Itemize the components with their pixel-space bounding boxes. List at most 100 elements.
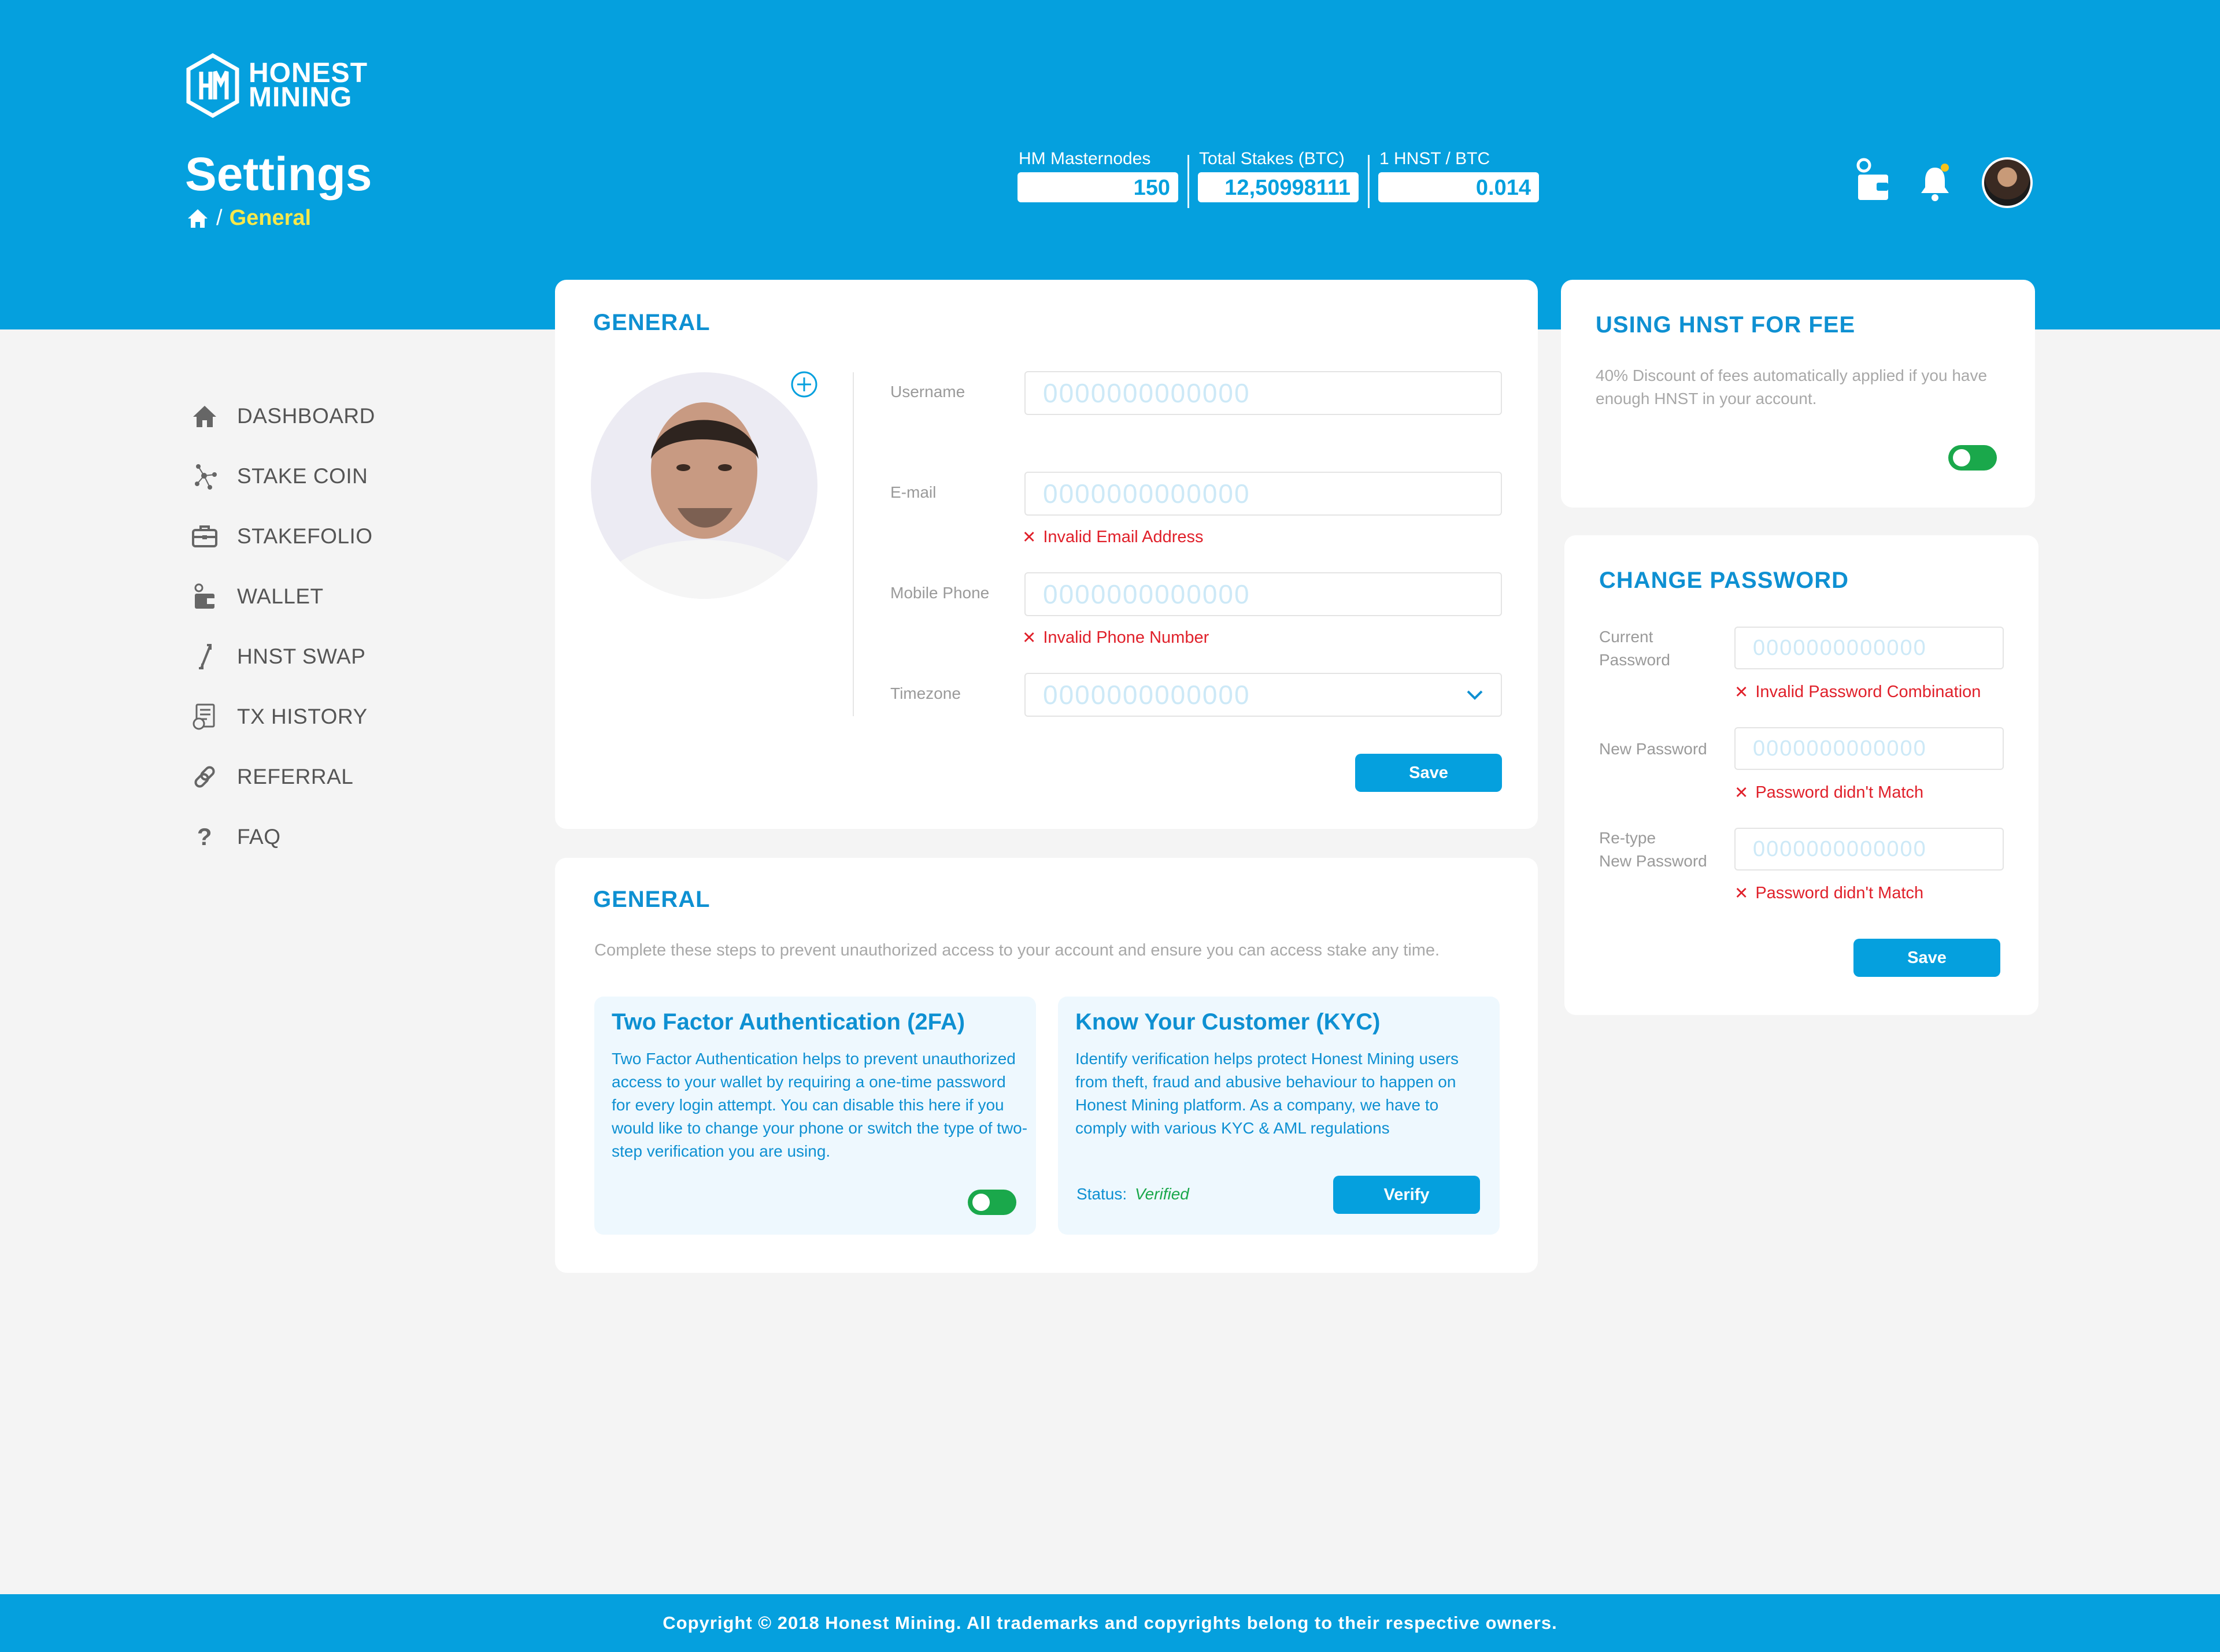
sidebar-item-faq[interactable]: ? FAQ [191, 807, 375, 867]
breadcrumb-current[interactable]: General [230, 206, 312, 231]
breadcrumb-separator: / [216, 206, 223, 230]
fee-toggle[interactable] [1948, 445, 1997, 471]
sidebar-item-hnst-swap[interactable]: HNST SWAP [191, 627, 375, 687]
email-input[interactable]: 0000000000000 [1024, 472, 1502, 516]
sidebar-item-referral[interactable]: REFERRAL [191, 747, 375, 807]
stat-value: 150 [1018, 172, 1178, 202]
username-label: Username [890, 383, 965, 401]
wallet-icon[interactable] [1856, 157, 1890, 203]
home-icon[interactable] [186, 208, 209, 229]
kyc-text: Identify verification helps protect Hone… [1075, 1050, 1459, 1137]
label-line: Password [1599, 651, 1670, 669]
kyc-panel: Know Your Customer (KYC) Identify verifi… [1058, 997, 1500, 1235]
logo-icon [186, 53, 239, 118]
card-title: CHANGE PASSWORD [1599, 568, 1849, 593]
retype-password-label: Re-type New Password [1599, 827, 1707, 873]
close-icon: ✕ [1734, 884, 1749, 903]
brand-logo[interactable]: HONEST MINING [185, 53, 368, 118]
retype-password-error: ✕ Password didn't Match [1734, 883, 1923, 903]
current-password-input[interactable]: 0000000000000 [1734, 627, 2004, 669]
save-button[interactable]: Save [1355, 754, 1502, 792]
close-icon: ✕ [1022, 528, 1037, 547]
retype-password-input[interactable]: 0000000000000 [1734, 828, 2004, 871]
stat-label: HM Masternodes [1019, 149, 1151, 168]
save-password-button[interactable]: Save [1853, 939, 2000, 977]
stat-value: 12,50998111 [1198, 172, 1359, 202]
stat-hnst-btc: 1 HNST / BTC 0.014 [1378, 149, 1539, 202]
home-icon [191, 402, 219, 430]
error-text: Invalid Password Combination [1755, 683, 1981, 701]
error-text: Invalid Email Address [1043, 528, 1204, 546]
divider [1187, 155, 1189, 208]
sidebar-item-label: WALLET [237, 584, 324, 608]
sidebar-item-dashboard[interactable]: DASHBOARD [191, 386, 375, 446]
new-password-label: New Password [1599, 740, 1707, 758]
sidebar-nav: DASHBOARD STAKE COIN STAKEFOLIO WALLET H… [191, 386, 375, 867]
sidebar-item-label: FAQ [237, 825, 281, 849]
avatar[interactable] [1982, 157, 2033, 208]
current-password-label: Current Password [1599, 625, 1670, 672]
new-password-input[interactable]: 0000000000000 [1734, 727, 2004, 770]
sidebar-item-label: TX HISTORY [237, 705, 368, 728]
phone-label: Mobile Phone [890, 584, 990, 602]
change-password-card: CHANGE PASSWORD Current Password 0000000… [1564, 535, 2038, 1015]
card-title: USING HNST FOR FEE [1596, 312, 1856, 338]
breadcrumb: / General [186, 206, 311, 231]
copyright-text: Copyright © 2018 Honest Mining. All trad… [663, 1613, 1557, 1633]
timezone-select[interactable]: 0000000000000 [1024, 673, 1502, 717]
security-description: Complete these steps to prevent unauthor… [594, 941, 1440, 960]
new-password-error: ✕ Password didn't Match [1734, 783, 1923, 803]
stat-value: 0.014 [1378, 172, 1539, 202]
sidebar-item-stakefolio[interactable]: STAKEFOLIO [191, 506, 375, 566]
stat-masternodes: HM Masternodes 150 [1018, 149, 1178, 202]
sidebar-item-label: HNST SWAP [237, 644, 366, 668]
stake-icon [191, 462, 219, 490]
kyc-status-label: Status: [1076, 1185, 1127, 1203]
profile-photo [591, 372, 817, 599]
divider [853, 372, 854, 716]
question-icon: ? [197, 823, 213, 850]
close-icon: ✕ [1022, 629, 1037, 647]
sidebar-item-wallet[interactable]: WALLET [191, 566, 375, 627]
label-line: Re-type [1599, 829, 1656, 847]
current-password-error: ✕ Invalid Password Combination [1734, 682, 1981, 702]
error-text: Invalid Phone Number [1043, 628, 1209, 647]
sidebar-item-tx-history[interactable]: TX HISTORY [191, 687, 375, 747]
timezone-value: 0000000000000 [1043, 680, 1250, 710]
history-icon [191, 703, 219, 731]
stat-label: Total Stakes (BTC) [1199, 149, 1345, 168]
kyc-status: Status: Verified [1076, 1185, 1189, 1203]
sidebar-item-label: REFERRAL [237, 765, 354, 788]
briefcase-icon [191, 523, 219, 550]
twofa-text: Two Factor Authentication helps to preve… [612, 1050, 1028, 1160]
username-input[interactable]: 0000000000000 [1024, 371, 1502, 415]
sidebar-item-label: DASHBOARD [237, 404, 375, 428]
close-icon: ✕ [1734, 683, 1749, 702]
security-card: GENERAL Complete these steps to prevent … [555, 858, 1538, 1273]
error-text: Password didn't Match [1755, 783, 1924, 802]
verify-button[interactable]: Verify [1333, 1176, 1480, 1214]
wallet-icon [191, 583, 219, 610]
close-icon: ✕ [1734, 784, 1749, 802]
twofa-toggle[interactable] [968, 1190, 1016, 1215]
stat-total-stakes: Total Stakes (BTC) 12,50998111 [1198, 149, 1359, 202]
error-text: Password didn't Match [1755, 884, 1924, 902]
chevron-down-icon [1467, 690, 1483, 700]
general-card: GENERAL Username 0000000000000 E-mail 00… [555, 280, 1538, 829]
kyc-title: Know Your Customer (KYC) [1075, 1009, 1381, 1035]
page-title: Settings [185, 148, 372, 201]
kyc-status-value: Verified [1134, 1185, 1189, 1203]
twofa-title: Two Factor Authentication (2FA) [612, 1009, 965, 1035]
stat-label: 1 HNST / BTC [1379, 149, 1490, 168]
card-title: GENERAL [593, 310, 711, 335]
add-photo-icon[interactable] [790, 370, 819, 399]
sidebar-item-label: STAKEFOLIO [237, 524, 373, 548]
link-icon [191, 763, 219, 791]
fee-card: USING HNST FOR FEE 40% Discount of fees … [1561, 280, 2035, 508]
bell-icon[interactable] [1918, 163, 1952, 202]
email-label: E-mail [890, 483, 937, 501]
label-line: Current [1599, 628, 1653, 646]
fee-text: 40% Discount of fees automatically appli… [1596, 366, 1988, 408]
sidebar-item-stake-coin[interactable]: STAKE COIN [191, 446, 375, 506]
phone-input[interactable]: 0000000000000 [1024, 572, 1502, 616]
